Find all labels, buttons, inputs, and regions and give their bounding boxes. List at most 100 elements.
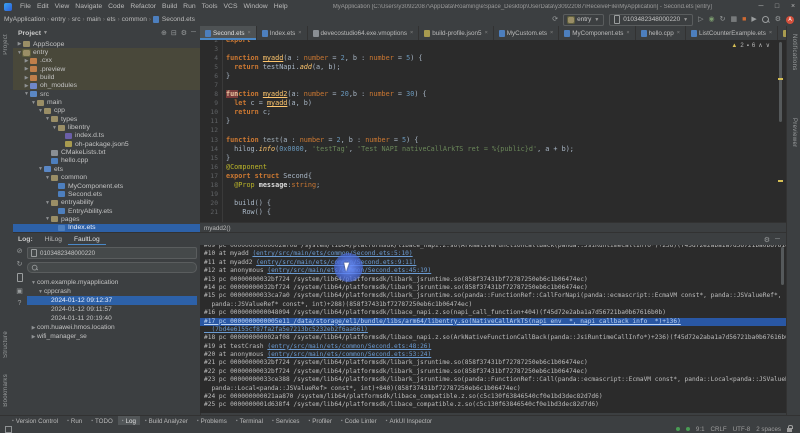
close-icon[interactable]: × [410, 30, 413, 36]
project-tree-item[interactable]: ▼common [13, 174, 200, 182]
menu-run[interactable]: Run [180, 3, 198, 10]
line-separator[interactable]: CRLF [711, 426, 727, 433]
project-tree-item[interactable]: ▼entry [13, 48, 200, 56]
chevron-down-icon[interactable]: ▼ [51, 125, 58, 131]
code-line[interactable] [226, 190, 774, 199]
stop-button[interactable]: ■ [742, 15, 746, 24]
breadcrumb-item[interactable]: ets [107, 16, 116, 23]
collapse-all-icon[interactable]: ⊟ [171, 29, 177, 37]
chevron-right-icon[interactable]: ▶ [23, 58, 30, 64]
chevron-down-icon[interactable]: ▼ [44, 175, 51, 181]
project-tree-item[interactable]: ▼ets [13, 165, 200, 173]
status-grid-icon[interactable] [5, 426, 12, 433]
tab-devecostudio64.exe.vmoptions[interactable]: devecostudio64.exe.vmoptions× [308, 26, 420, 40]
menu-window[interactable]: Window [241, 3, 271, 10]
project-tree-item[interactable]: ▼types [13, 115, 200, 123]
log-line[interactable]: #15 pc 00000000033ca7a0 /system/lib64/pl… [200, 292, 786, 300]
restart-button[interactable]: ↻ [720, 15, 726, 24]
tab-second.ets[interactable]: Second.ets× [200, 26, 257, 40]
tool-strip-project[interactable]: Project [3, 34, 9, 55]
code-line[interactable]: function myadd(a : number = 2, b : numbe… [226, 54, 774, 63]
faultlog-tree-item[interactable]: ▶wifi_manager_se [27, 332, 197, 341]
maximize-button[interactable]: □ [770, 3, 784, 10]
project-tree-item[interactable]: ▼pages [13, 215, 200, 223]
stack-frame-link[interactable]: (entry/src/main/ets/common/Second.ets:53… [267, 351, 431, 358]
tab-hello.cpp[interactable]: hello.cpp× [636, 26, 686, 40]
chevron-down-icon[interactable]: ▼ [37, 166, 44, 172]
caret-position[interactable]: 9:1 [696, 426, 705, 433]
sync-icon[interactable]: ⟳ [552, 15, 558, 24]
code-line[interactable]: function test(a : number = 2, b : number… [226, 136, 774, 145]
project-tree-item[interactable]: index.d.ts [13, 132, 200, 140]
indent-setting[interactable]: 2 spaces [756, 426, 781, 433]
chevron-right-icon[interactable]: ▶ [30, 325, 37, 331]
faultlog-tree-item[interactable]: ▼com.example.myapplication [27, 278, 197, 287]
profiler-button[interactable]: ▦ [730, 15, 737, 24]
project-tree-item[interactable]: EntryAbility.ets [13, 207, 200, 215]
code-line[interactable]: @Component [226, 163, 774, 172]
search-everywhere-icon[interactable] [762, 16, 770, 24]
menu-edit[interactable]: Edit [34, 3, 52, 10]
tab-index.ets[interactable]: Index.ets× [257, 26, 308, 40]
editor-scrollbar[interactable] [778, 40, 783, 222]
project-tree-item[interactable]: ▼cpp [13, 107, 200, 115]
code-line[interactable]: let c = myadd(a, b) [226, 99, 774, 108]
log-line[interactable]: #18 pc 000000000002af08 /system/lib64/pl… [200, 334, 786, 342]
stack-frame-link[interactable]: /data/storage/el1/bundle/libs/arm64/libe… [293, 318, 680, 325]
log-line[interactable]: #14 pc 00000000032bf724 /system/lib64/pl… [200, 284, 786, 292]
tool-strip-notifications[interactable]: Notifications [791, 34, 797, 71]
chevron-down-icon[interactable]: ▼ [23, 91, 30, 97]
device-select[interactable]: 0103482348000220 ▼ [609, 14, 693, 26]
log-line[interactable]: #17 pc 0000000000005e11 /data/storage/el… [200, 318, 786, 326]
editor-scrollbar-thumb[interactable] [779, 42, 782, 122]
faultlog-tree-item[interactable]: 2024-01-12 09:11:57 [27, 305, 197, 314]
context-function[interactable]: myadd2() [204, 225, 231, 232]
project-tree-item[interactable]: ▶build [13, 73, 200, 81]
close-icon[interactable]: × [298, 30, 301, 36]
warning-stripe-mark[interactable] [778, 78, 783, 80]
code-line[interactable] [226, 45, 774, 54]
chevron-right-icon[interactable]: ▶ [30, 334, 37, 340]
code-line[interactable] [226, 126, 774, 135]
log-line[interactable]: panda::JSValueRef* const*, int)+288)(858… [200, 301, 786, 309]
export-icon[interactable]: ▣ [16, 287, 23, 295]
code-line[interactable]: } [226, 117, 774, 126]
tab-build-profile.json5[interactable]: build-profile.json5× [419, 26, 494, 40]
log-line[interactable]: panda::Local<panda::JSValueRef> const*, … [200, 385, 786, 393]
breadcrumb-item[interactable]: entry [51, 16, 66, 23]
breadcrumb-item[interactable]: MyApplication [4, 16, 45, 23]
stack-frame-link[interactable]: #17 pc 0000000000005e11 [204, 318, 293, 325]
close-icon[interactable]: × [550, 30, 553, 36]
next-issue-icon[interactable]: ∨ [766, 42, 770, 49]
log-line[interactable]: (7bd4e6155cf87fa2fa5e7213bc5232eb2f6aa66… [200, 326, 786, 334]
close-icon[interactable]: × [677, 30, 680, 36]
panel-settings-icon[interactable]: ⚙ [181, 29, 187, 37]
project-tree-item[interactable]: oh-package.json5 [13, 140, 200, 148]
project-tree-item[interactable]: Second.ets [13, 190, 200, 198]
minimize-button[interactable]: ─ [754, 3, 768, 10]
menu-help[interactable]: Help [271, 3, 291, 10]
log-scrollbar-thumb[interactable] [781, 247, 784, 285]
run-button[interactable]: ▷ [698, 15, 703, 24]
project-tree-item[interactable]: ▼libentry [13, 123, 200, 131]
tab-module.json5[interactable]: module.json5× [778, 26, 786, 40]
log-settings-icon[interactable]: ⚙ [764, 236, 770, 244]
log-line[interactable]: #24 pc 000000000021aa870 /system/lib64/p… [200, 393, 786, 401]
log-line[interactable]: #23 pc 00000000033ce388 /system/lib64/pl… [200, 376, 786, 384]
stack-frame-link[interactable]: (entry/src/main/ets/common/Second.ets:5:… [252, 250, 412, 257]
chevron-down-icon[interactable]: ▼ [16, 50, 23, 56]
chevron-right-icon[interactable]: ▶ [23, 83, 30, 89]
menu-tools[interactable]: Tools [199, 3, 221, 10]
crash-log-output[interactable]: #09 pc 00000000000002af08 /system/lib64/… [200, 245, 786, 413]
code-line[interactable]: return testNapi.add(a, b); [226, 63, 774, 72]
project-tree-item[interactable]: ▶AppScope [13, 40, 200, 48]
faultlog-tree-item[interactable]: ▶com.huawei.hmos.location [27, 323, 197, 332]
close-icon[interactable]: × [769, 30, 772, 36]
project-tree-item[interactable]: Index.ets [13, 224, 200, 232]
project-tree-item[interactable]: MyComponent.ets [13, 182, 200, 190]
file-encoding[interactable]: UTF-8 [733, 426, 751, 433]
stack-frame-link[interactable]: (entry/src/main/ets/common/Second.ets:48… [267, 343, 431, 350]
menu-build[interactable]: Build [159, 3, 180, 10]
breadcrumb-item[interactable]: src [72, 16, 81, 23]
chevron-right-icon[interactable]: ▶ [23, 66, 30, 72]
